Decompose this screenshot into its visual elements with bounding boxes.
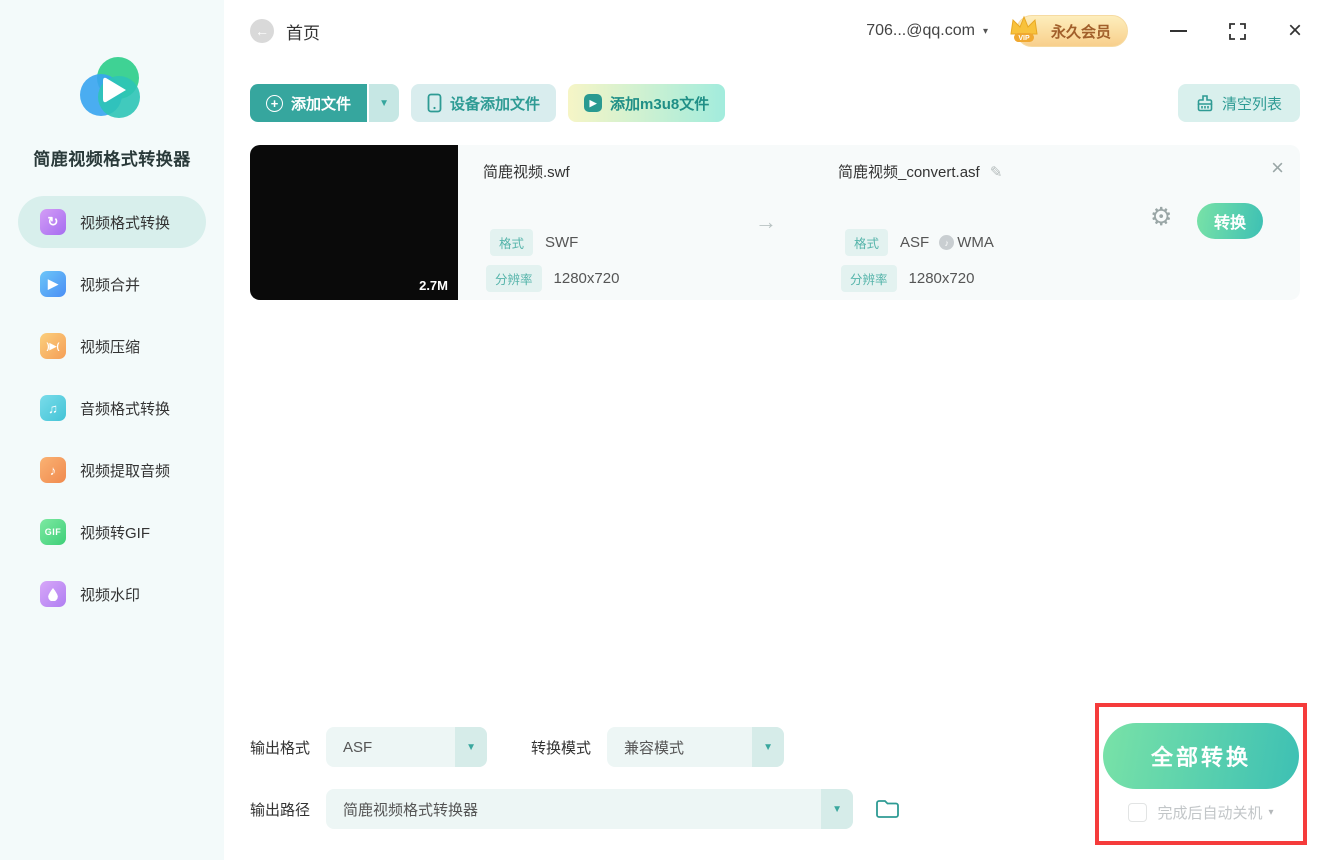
remove-file-icon[interactable]: × (1271, 155, 1284, 181)
device-add-file-button[interactable]: 设备添加文件 (411, 84, 557, 122)
sidebar-item-label: 视频压缩 (80, 338, 141, 356)
convert-mode-label: 转换模式 (531, 739, 592, 757)
sidebar-item-video-compress[interactable]: )▶( 视频压缩 (18, 320, 206, 372)
app-title: 简鹿视频格式转换器 (33, 150, 191, 169)
target-audio-format: ♪ WMA (939, 234, 994, 251)
close-button[interactable]: × (1288, 19, 1302, 43)
output-format-select[interactable]: ASF ▼ (326, 727, 488, 767)
gif-icon: GIF (40, 519, 66, 545)
sidebar-item-video-format-convert[interactable]: ↻ 视频格式转换 (18, 196, 206, 248)
sidebar-item-video-to-gif[interactable]: GIF 视频转GIF (18, 506, 206, 558)
maximize-icon (1229, 22, 1246, 40)
app-logo-icon (80, 57, 140, 118)
shutdown-checkbox[interactable] (1128, 803, 1148, 822)
convert-all-button[interactable]: 全部转换 (1103, 723, 1299, 789)
account-dropdown-caret-icon[interactable]: ▾ (983, 26, 988, 37)
folder-icon (876, 800, 899, 818)
annotation-highlight: 全部转换 完成后自动关机 ▾ (1095, 703, 1307, 845)
sidebar-item-label: 视频合并 (80, 276, 141, 294)
add-m3u8-label: 添加m3u8文件 (610, 95, 710, 113)
chevron-down-icon[interactable]: ▼ (455, 727, 488, 767)
target-resolution-value: 1280x720 (908, 270, 975, 287)
shutdown-option-row: 完成后自动关机 ▾ (1099, 802, 1303, 823)
chevron-down-icon[interactable]: ▼ (821, 789, 854, 829)
target-resolution-chip: 分辨率 (841, 265, 897, 292)
sidebar-item-label: 视频水印 (80, 586, 141, 604)
sidebar-item-label: 视频转GIF (80, 524, 150, 542)
minimize-icon (1169, 30, 1187, 32)
sidebar-item-label: 视频格式转换 (80, 214, 171, 232)
video-convert-icon: ↻ (40, 209, 66, 235)
minimize-button[interactable] (1169, 30, 1187, 32)
crown-icon: VIP (1010, 15, 1038, 42)
back-button[interactable]: ← (250, 19, 274, 43)
output-format-label: 输出格式 (250, 739, 311, 757)
output-format-row: 输出格式 ASF ▼ 转换模式 兼容模式 ▼ (250, 727, 785, 767)
target-file-name-text: 简鹿视频_convert.asf (838, 164, 980, 181)
plus-icon: + (266, 94, 283, 112)
sidebar-item-label: 音频格式转换 (80, 400, 171, 418)
toolbar: + 添加文件 ▼ 设备添加文件 ▶ 添加m3u8文件 清空列表 (250, 84, 1300, 122)
shutdown-label: 完成后自动关机 (1157, 805, 1263, 822)
video-merge-icon: ▶ (40, 271, 66, 297)
output-path-value: 简鹿视频格式转换器 (343, 801, 479, 819)
target-format-chip: 格式 (845, 229, 889, 256)
add-file-button[interactable]: + 添加文件 (250, 84, 368, 122)
output-path-select[interactable]: 简鹿视频格式转换器 ▼ (326, 789, 854, 829)
sidebar-item-video-merge[interactable]: ▶ 视频合并 (18, 258, 206, 310)
sidebar-item-video-extract-audio[interactable]: ♪ 视频提取音频 (18, 444, 206, 496)
add-file-label: 添加文件 (291, 95, 352, 113)
watermark-icon (40, 581, 66, 607)
sidebar-item-audio-format-convert[interactable]: ♫ 音频格式转换 (18, 382, 206, 434)
source-file-name: 简鹿视频.swf (483, 164, 570, 181)
source-resolution-value: 1280x720 (553, 270, 620, 287)
convert-direction-arrow-icon: → (755, 209, 777, 234)
output-format-value: ASF (343, 738, 373, 756)
m3u8-file-icon: ▶ (584, 94, 603, 112)
source-format-value: SWF (545, 234, 579, 251)
vip-label: 永久会员 (1050, 23, 1111, 41)
maximize-button[interactable] (1229, 22, 1246, 40)
svg-text:VIP: VIP (1018, 35, 1030, 42)
shutdown-caret-icon[interactable]: ▾ (1268, 807, 1273, 818)
device-add-label: 设备添加文件 (450, 95, 541, 113)
video-thumbnail: 2.7M (250, 145, 458, 300)
add-m3u8-button[interactable]: ▶ 添加m3u8文件 (568, 84, 726, 122)
convert-mode-select[interactable]: 兼容模式 ▼ (607, 727, 785, 767)
topbar: ← 首页 706...@qq.com ▾ VIP 永久会员 × (224, 0, 1326, 62)
audio-convert-icon: ♫ (40, 395, 66, 421)
file-size-badge: 2.7M (419, 278, 448, 293)
audio-note-icon: ♪ (939, 235, 955, 250)
output-path-row: 输出路径 简鹿视频格式转换器 ▼ (250, 789, 900, 829)
convert-button[interactable]: 转换 (1197, 203, 1263, 239)
source-format-chip: 格式 (490, 229, 534, 256)
sidebar: 简鹿视频格式转换器 ↻ 视频格式转换 ▶ 视频合并 )▶( 视频压缩 ♫ 音频格… (0, 0, 224, 860)
sidebar-item-video-watermark[interactable]: 视频水印 (18, 568, 206, 620)
file-list-item: 2.7M 简鹿视频.swf 格式 SWF 分辨率 1280x720 → 简鹿视频… (250, 145, 1300, 300)
output-path-label: 输出路径 (250, 801, 311, 819)
target-format-value: ASF (900, 234, 930, 251)
clear-list-label: 清空列表 (1221, 95, 1282, 113)
broom-icon (1197, 95, 1213, 112)
sidebar-nav: ↻ 视频格式转换 ▶ 视频合并 )▶( 视频压缩 ♫ 音频格式转换 ♪ 视频提取… (0, 196, 224, 620)
target-audio-format-value: WMA (957, 234, 994, 251)
chevron-down-icon[interactable]: ▼ (752, 727, 785, 767)
extract-audio-icon: ♪ (40, 457, 66, 483)
convert-mode-value: 兼容模式 (624, 739, 685, 757)
settings-gear-icon[interactable]: ⚙ (1150, 205, 1172, 230)
target-file-name: 简鹿视频_convert.asf ✎ (838, 161, 1002, 182)
page-title: 首页 (286, 23, 320, 43)
video-compress-icon: )▶( (40, 333, 66, 359)
clear-list-button[interactable]: 清空列表 (1177, 84, 1300, 122)
source-resolution-chip: 分辨率 (486, 265, 542, 292)
add-file-dropdown-caret[interactable]: ▼ (369, 84, 400, 122)
vip-badge[interactable]: VIP 永久会员 (1010, 15, 1128, 47)
sidebar-item-label: 视频提取音频 (80, 462, 171, 480)
browse-folder-button[interactable] (875, 798, 900, 820)
phone-icon (427, 93, 442, 113)
main-area: ← 首页 706...@qq.com ▾ VIP 永久会员 × + 添加文件 ▼… (224, 0, 1326, 860)
rename-pencil-icon[interactable]: ✎ (990, 164, 1003, 181)
account-email[interactable]: 706...@qq.com (866, 22, 975, 40)
